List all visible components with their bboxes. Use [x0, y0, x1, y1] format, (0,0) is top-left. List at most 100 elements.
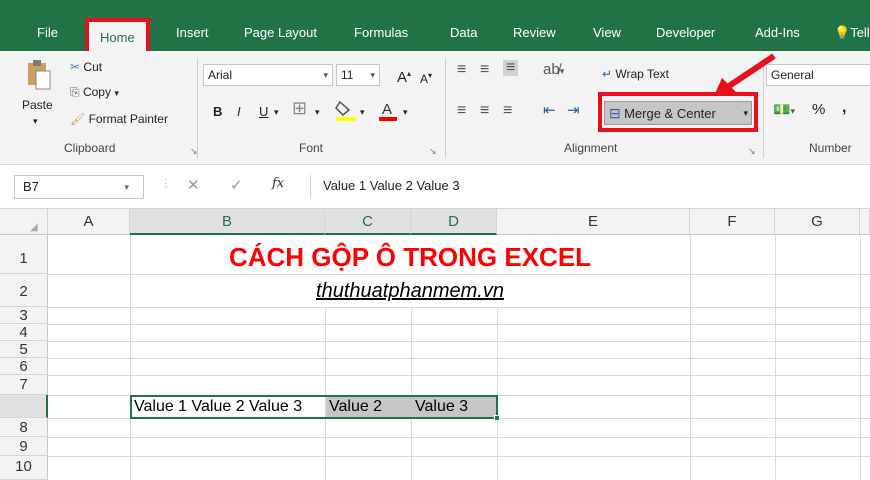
underline-button[interactable]: U	[259, 104, 268, 120]
borders-dropdown-icon[interactable]: ▾	[315, 104, 320, 120]
font-launcher-icon[interactable]: ↘	[429, 146, 437, 157]
currency-icon[interactable]: 💵▾	[773, 101, 795, 119]
row-header-9[interactable]: 9	[0, 437, 48, 456]
underline-dropdown-icon[interactable]: ▾	[274, 104, 279, 120]
cell-c7[interactable]: Value 2	[329, 397, 382, 417]
row-header-3[interactable]: 3	[0, 307, 48, 324]
alignment-launcher-icon[interactable]: ↘	[748, 146, 756, 157]
row-header-4[interactable]: 4	[0, 324, 48, 341]
group-label-number: Number	[809, 141, 852, 155]
decrease-indent-icon[interactable]: ⇤	[543, 103, 556, 119]
column-header-c[interactable]: C	[325, 209, 411, 235]
gridline	[48, 456, 870, 457]
tab-insert[interactable]: Insert	[176, 19, 209, 47]
shrink-font-button[interactable]: A▾	[420, 68, 432, 87]
align-center-icon[interactable]: ≡	[480, 103, 489, 119]
group-label-font: Font	[299, 141, 324, 155]
align-right-icon[interactable]: ≡	[503, 103, 512, 119]
paste-icon[interactable]	[24, 58, 52, 92]
fill-dropdown-icon[interactable]: ▾	[360, 104, 365, 120]
gridline	[48, 375, 870, 376]
scissors-icon: ✂	[70, 60, 81, 74]
cancel-icon[interactable]: ✕	[187, 176, 200, 194]
brush-icon: 🖌	[70, 112, 86, 126]
gridline	[497, 307, 498, 480]
column-header-next[interactable]	[860, 209, 870, 235]
title-cell[interactable]: CÁCH GỘP Ô TRONG EXCEL	[131, 236, 689, 274]
row-header-7[interactable]: 7	[0, 375, 48, 395]
chevron-down-icon[interactable]: ▾	[743, 102, 748, 124]
group-label-alignment: Alignment	[564, 141, 618, 155]
orientation-icon[interactable]: ab̸▾	[543, 62, 564, 79]
align-middle-icon[interactable]: ≡	[480, 62, 489, 78]
chevron-down-icon[interactable]: ▾	[124, 176, 129, 198]
borders-icon[interactable]: ⊞	[292, 99, 307, 117]
merge-cells-icon: ⊟	[609, 105, 621, 121]
gridline	[48, 437, 870, 438]
gridline	[411, 307, 412, 480]
row-header-5[interactable]: 5	[0, 341, 48, 358]
column-header-g[interactable]: G	[775, 209, 860, 235]
wrap-text-button[interactable]: ↵ Wrap Text	[602, 66, 669, 82]
align-top-icon[interactable]: ≡	[457, 62, 466, 78]
chevron-down-icon: ▾	[370, 70, 375, 80]
subtitle-cell[interactable]: thuthuatphanmem.vn	[131, 275, 689, 307]
cut-button[interactable]: ✂ Cut	[70, 59, 102, 75]
select-all-corner[interactable]: ◢	[0, 209, 48, 235]
copy-button[interactable]: ⎘ Copy ▾	[70, 84, 119, 101]
grow-font-button[interactable]: A▴	[397, 66, 411, 86]
percent-button[interactable]: %	[812, 102, 825, 118]
insert-function-button[interactable]: fx	[272, 176, 284, 191]
font-size-select[interactable]: 11 ▾	[336, 64, 380, 86]
row-header-8[interactable]: 8	[0, 418, 48, 437]
excel-window: { "tabs": ["File","Home","Insert","Page …	[0, 0, 870, 480]
row-header-2[interactable]: 2	[0, 274, 48, 307]
tab-page-layout[interactable]: Page Layout	[244, 19, 317, 47]
row-header-7-selected[interactable]	[0, 395, 48, 418]
column-header-d[interactable]: D	[411, 209, 497, 235]
tab-formulas[interactable]: Formulas	[354, 19, 408, 47]
tab-add-ins[interactable]: Add-Ins	[755, 19, 800, 47]
column-header-e[interactable]: E	[497, 209, 690, 235]
fill-handle[interactable]	[494, 415, 500, 421]
font-color-glyph: A	[382, 101, 392, 118]
gridline	[325, 307, 326, 480]
column-header-f[interactable]: F	[690, 209, 775, 235]
column-header-b[interactable]: B	[130, 209, 325, 235]
bold-button[interactable]: B	[213, 104, 222, 120]
row-header-10[interactable]: 10	[0, 456, 48, 480]
font-name-select[interactable]: Arial ▾	[203, 64, 333, 86]
align-left-icon[interactable]: ≡	[457, 103, 466, 119]
tab-tell-me[interactable]: 💡Tell me	[834, 19, 870, 47]
chevron-down-icon: ▾	[323, 70, 328, 80]
font-color-dropdown-icon[interactable]: ▾	[403, 104, 408, 120]
font-color-icon[interactable]: A	[376, 98, 400, 122]
tab-home[interactable]: Home	[85, 18, 150, 51]
cell-b7[interactable]: Value 1 Value 2 Value 3	[134, 397, 302, 417]
name-box[interactable]: B7 ▾	[14, 175, 144, 199]
tab-view[interactable]: View	[593, 19, 621, 47]
align-bottom-icon[interactable]: ≡	[503, 60, 519, 76]
comma-button[interactable]: ,	[842, 100, 846, 116]
row-header-6[interactable]: 6	[0, 358, 48, 375]
paste-button[interactable]: Paste	[22, 97, 53, 113]
enter-icon[interactable]: ✓	[230, 176, 243, 194]
number-format-select[interactable]: General	[766, 64, 870, 86]
format-painter-button[interactable]: 🖌 Format Painter	[70, 111, 168, 127]
tab-data[interactable]: Data	[450, 19, 477, 47]
merge-center-button[interactable]: ⊟ Merge & Center ▾	[604, 101, 752, 125]
tab-file[interactable]: File	[37, 19, 58, 47]
wrap-text-icon: ↵	[602, 67, 613, 81]
column-header-a[interactable]: A	[48, 209, 130, 235]
divider	[445, 58, 446, 158]
cell-d7[interactable]: Value 3	[415, 397, 468, 417]
paste-dropdown-icon[interactable]: ▾	[33, 113, 38, 129]
italic-button[interactable]: I	[237, 104, 241, 120]
tab-review[interactable]: Review	[513, 19, 556, 47]
fill-color-icon[interactable]	[334, 98, 358, 122]
formula-input[interactable]: Value 1 Value 2 Value 3	[310, 175, 870, 199]
increase-indent-icon[interactable]: ⇥	[567, 103, 580, 119]
group-label-clipboard: Clipboard	[64, 141, 116, 155]
row-header-1[interactable]: 1	[0, 235, 48, 274]
tab-developer[interactable]: Developer	[656, 19, 715, 47]
